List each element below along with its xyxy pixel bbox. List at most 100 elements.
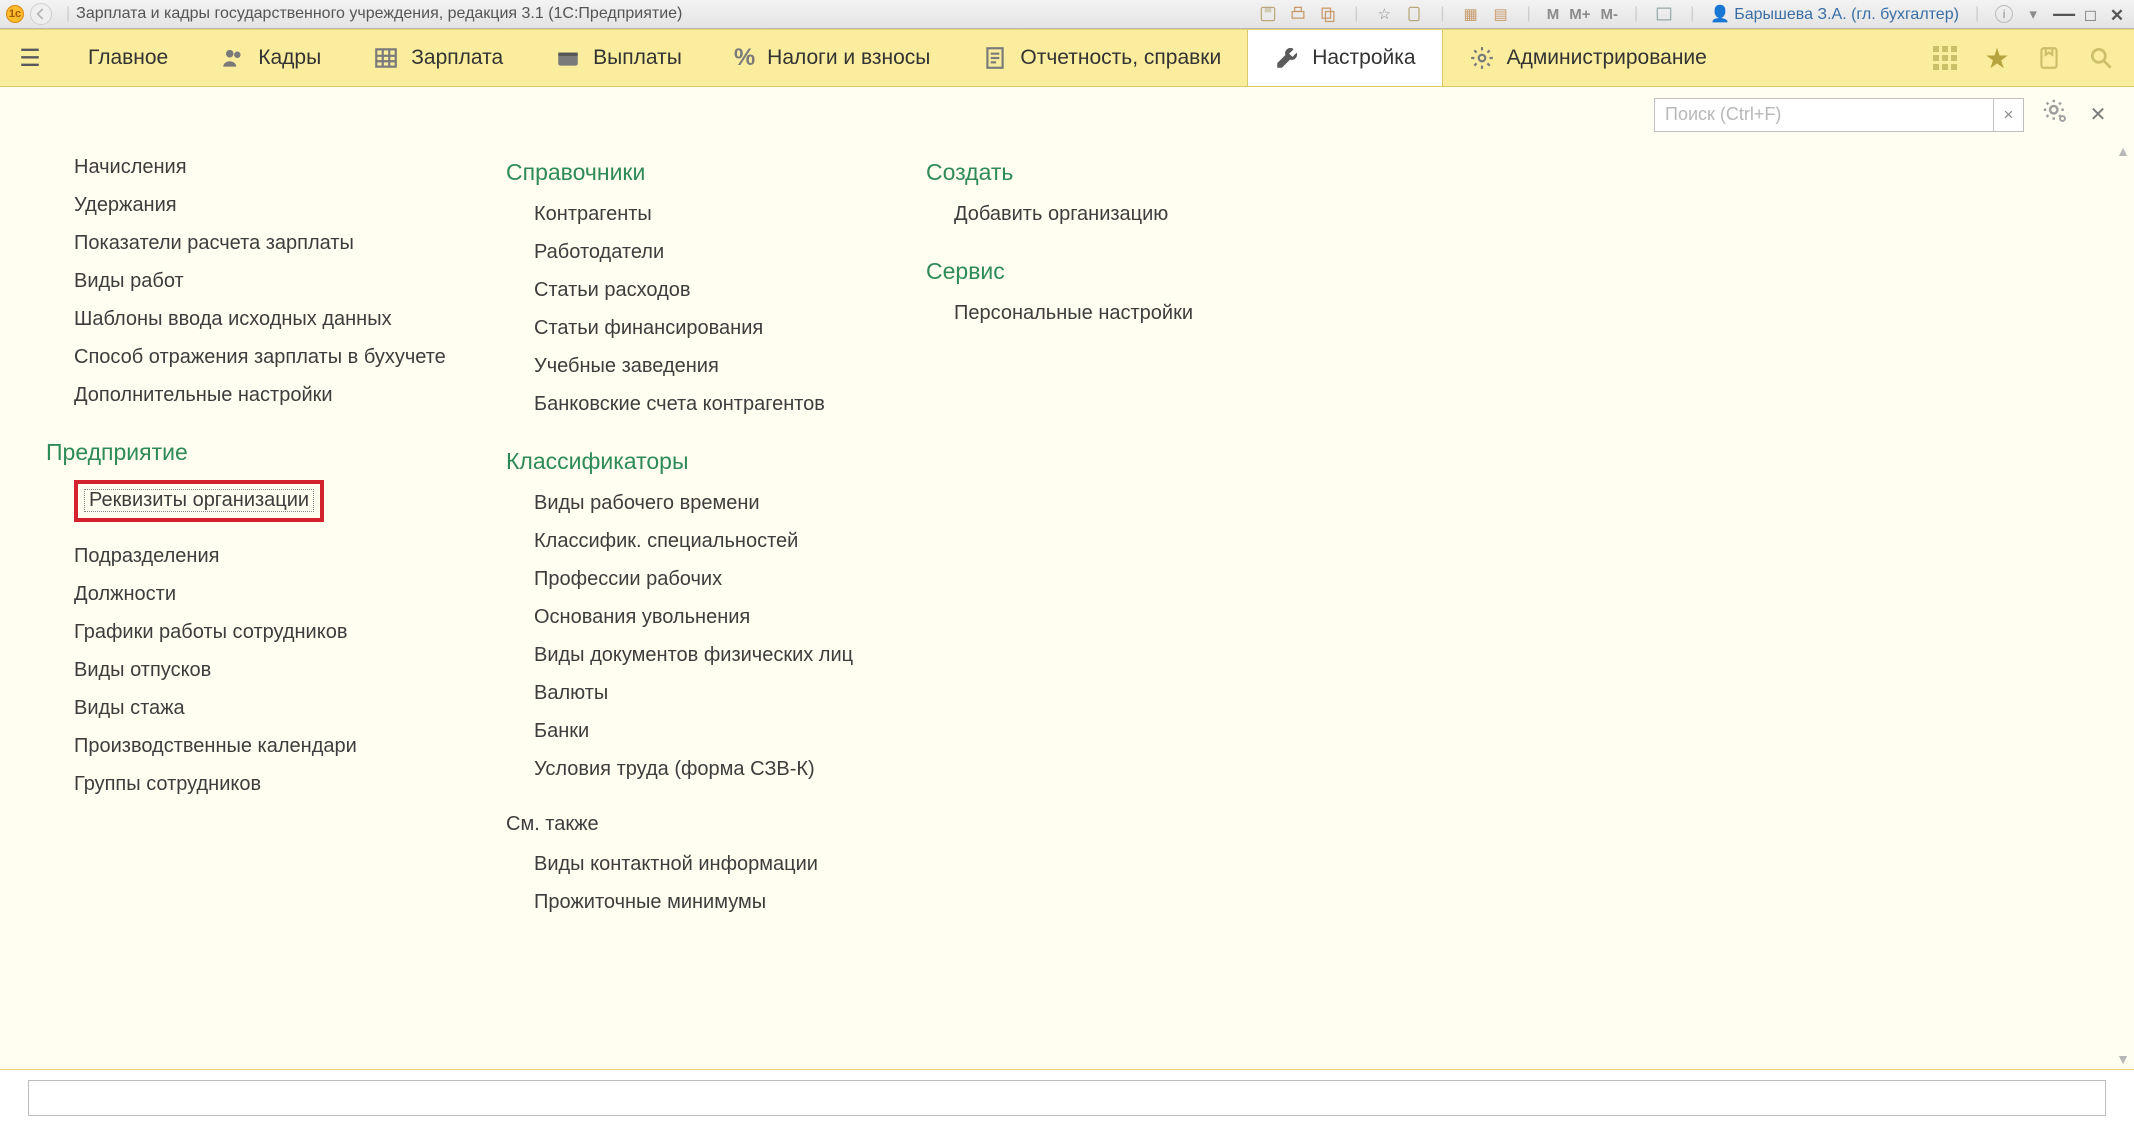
column-3: Создать Добавить организацию Сервис Перс… <box>926 153 1326 1069</box>
report-icon <box>982 45 1008 71</box>
back-button[interactable] <box>30 3 52 25</box>
section-classifiers: Классификаторы <box>506 448 926 475</box>
clipboard-icon[interactable] <box>1404 4 1424 24</box>
column-1: Начисления Удержания Показатели расчета … <box>46 153 506 1069</box>
info-icon[interactable]: i <box>1995 5 2013 23</box>
link-accruals[interactable]: Начисления <box>74 156 187 178</box>
section-enterprise: Предприятие <box>46 439 506 466</box>
nav-admin[interactable]: Администрирование <box>1443 30 1733 86</box>
link-contractors[interactable]: Контрагенты <box>534 203 652 225</box>
link-currencies[interactable]: Валюты <box>534 682 608 704</box>
minimize-button[interactable]: — <box>2053 1 2075 27</box>
link-specialties-classifier[interactable]: Классифик. специальностей <box>534 530 798 552</box>
nav-taxes[interactable]: % Налоги и взносы <box>708 30 957 86</box>
link-educational-institutions[interactable]: Учебные заведения <box>534 355 719 377</box>
current-user[interactable]: 👤Барышева З.А. (гл. бухгалтер) <box>1710 4 1959 24</box>
search-input[interactable] <box>1654 98 1994 132</box>
m-minus-button[interactable]: M- <box>1600 6 1618 23</box>
print-icon[interactable] <box>1288 4 1308 24</box>
history-icon[interactable] <box>2036 45 2062 71</box>
panel-close-button[interactable]: ✕ <box>2086 102 2110 127</box>
link-additional-settings[interactable]: Дополнительные настройки <box>74 384 333 406</box>
window-icon[interactable] <box>1654 4 1674 24</box>
nav-salary[interactable]: Зарплата <box>347 30 529 86</box>
window-controls: — □ ✕ <box>2053 1 2128 27</box>
app-logo-icon: 1c <box>6 5 24 23</box>
m-button[interactable]: M <box>1547 6 1560 23</box>
arrow-left-icon <box>31 3 51 25</box>
user-icon: 👤 <box>1710 6 1730 23</box>
nav-personnel[interactable]: Кадры <box>194 30 347 86</box>
link-banks[interactable]: Банки <box>534 720 589 742</box>
link-vacation-types[interactable]: Виды отпусков <box>74 659 211 681</box>
link-deductions[interactable]: Удержания <box>74 194 177 216</box>
link-employee-groups[interactable]: Группы сотрудников <box>74 773 261 795</box>
wallet-icon <box>555 45 581 71</box>
link-financing-items[interactable]: Статьи финансирования <box>534 317 763 339</box>
link-worker-professions[interactable]: Профессии рабочих <box>534 568 722 590</box>
people-icon <box>220 45 246 71</box>
link-expense-items[interactable]: Статьи расходов <box>534 279 691 301</box>
titlebar-toolbar: | ☆ | ▦ ▤ | M M+ M- | | 👤Барышева З.А. (… <box>1258 1 2128 27</box>
section-create: Создать <box>926 159 1326 186</box>
footer-area <box>0 1070 2134 1130</box>
percent-icon: % <box>734 44 755 72</box>
window-title: Зарплата и кадры государственного учрежд… <box>76 5 682 23</box>
link-person-documents[interactable]: Виды документов физических лиц <box>534 644 853 666</box>
link-personal-settings[interactable]: Персональные настройки <box>954 302 1193 324</box>
favorites-icon[interactable]: ★ <box>1984 45 2010 71</box>
link-salary-accounting[interactable]: Способ отражения зарплаты в бухучете <box>74 346 446 368</box>
wrench-icon <box>1274 45 1300 71</box>
gear-icon <box>1469 45 1495 71</box>
star-icon[interactable]: ☆ <box>1374 4 1394 24</box>
copy-icon[interactable] <box>1318 4 1338 24</box>
link-work-types[interactable]: Виды работ <box>74 270 184 292</box>
scroll-up-icon[interactable]: ▲ <box>2116 143 2130 161</box>
calc-icon[interactable]: ▦ <box>1461 4 1481 24</box>
scrollbar[interactable]: ▲ ▼ <box>2114 143 2132 1069</box>
dropdown-icon[interactable]: ▾ <box>2023 4 2043 24</box>
nav-payments[interactable]: Выплаты <box>529 30 708 86</box>
link-org-details[interactable]: Реквизиты организации <box>89 489 309 511</box>
link-production-calendars[interactable]: Производственные календари <box>74 735 357 757</box>
maximize-button[interactable]: □ <box>2080 6 2102 26</box>
nav-main[interactable]: Главное <box>50 30 194 86</box>
sub-toolbar: × ✕ <box>0 87 2134 143</box>
link-work-time-types[interactable]: Виды рабочего времени <box>534 492 760 514</box>
separator: | <box>66 5 70 23</box>
title-bar: 1c | Зарплата и кадры государственного у… <box>0 0 2134 29</box>
content-area: Начисления Удержания Показатели расчета … <box>0 143 2134 1070</box>
link-labor-conditions[interactable]: Условия труда (форма СЗВ-К) <box>534 758 815 780</box>
column-2: Справочники Контрагенты Работодатели Ста… <box>506 153 926 1069</box>
link-salary-indicators[interactable]: Показатели расчета зарплаты <box>74 232 354 254</box>
nav-reports[interactable]: Отчетность, справки <box>956 30 1247 86</box>
settings-small-icon[interactable] <box>2040 96 2070 133</box>
link-work-schedules[interactable]: Графики работы сотрудников <box>74 621 347 643</box>
search-clear-button[interactable]: × <box>1994 98 2024 132</box>
link-contact-info-types[interactable]: Виды контактной информации <box>534 853 818 875</box>
scroll-down-icon[interactable]: ▼ <box>2116 1051 2130 1069</box>
link-add-organization[interactable]: Добавить организацию <box>954 203 1168 225</box>
highlight-marker: Реквизиты организации <box>74 480 324 522</box>
link-departments[interactable]: Подразделения <box>74 545 219 567</box>
link-dismissal-reasons[interactable]: Основания увольнения <box>534 606 750 628</box>
link-bank-accounts[interactable]: Банковские счета контрагентов <box>534 393 825 415</box>
link-positions[interactable]: Должности <box>74 583 176 605</box>
apps-grid-icon[interactable] <box>1932 45 1958 71</box>
section-see-also: См. также <box>506 813 926 836</box>
save-icon[interactable] <box>1258 4 1278 24</box>
m-plus-button[interactable]: M+ <box>1569 6 1590 23</box>
link-employers[interactable]: Работодатели <box>534 241 664 263</box>
main-nav: ☰ Главное Кадры Зарплата Выплаты % Налог… <box>0 29 2134 87</box>
table-icon <box>373 45 399 71</box>
calendar-icon[interactable]: ▤ <box>1491 4 1511 24</box>
nav-settings[interactable]: Настройка <box>1247 30 1442 86</box>
close-button[interactable]: ✕ <box>2106 6 2128 26</box>
link-subsistence-minimums[interactable]: Прожиточные минимумы <box>534 891 766 913</box>
footer-input[interactable] <box>28 1080 2106 1116</box>
link-input-templates[interactable]: Шаблоны ввода исходных данных <box>74 308 392 330</box>
section-service: Сервис <box>926 258 1326 285</box>
hamburger-button[interactable]: ☰ <box>10 30 50 86</box>
search-icon[interactable] <box>2088 45 2114 71</box>
link-seniority-types[interactable]: Виды стажа <box>74 697 185 719</box>
